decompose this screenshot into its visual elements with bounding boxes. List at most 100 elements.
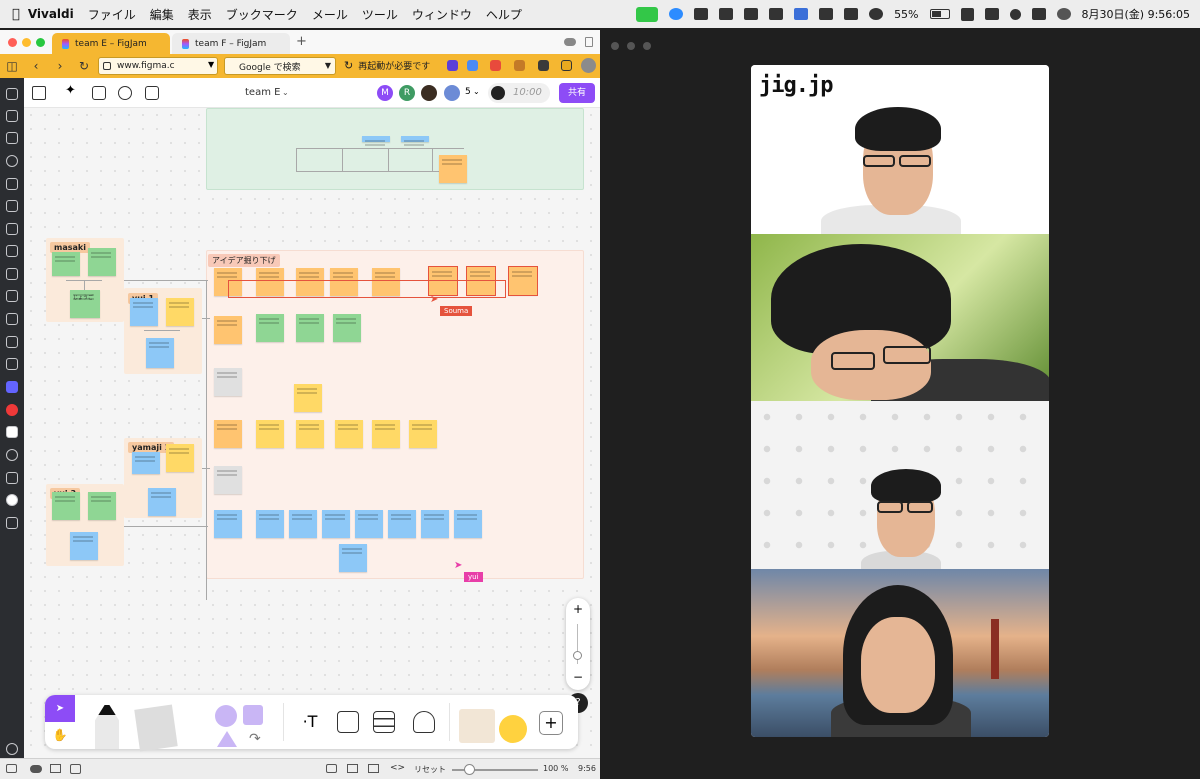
profile-avatar[interactable]: [581, 58, 596, 73]
shape-square-tool[interactable]: [243, 705, 263, 725]
extension-icon-3[interactable]: [490, 60, 501, 71]
sticky-note[interactable]: [294, 384, 322, 412]
contacts-icon[interactable]: [6, 358, 18, 370]
reload-button[interactable]: ↻: [72, 59, 96, 73]
more-tools-button[interactable]: +: [539, 711, 563, 735]
sticky-note[interactable]: [296, 314, 324, 342]
add-panel-icon[interactable]: [6, 517, 18, 529]
select-tool[interactable]: ➤: [45, 695, 75, 722]
menu-app-name[interactable]: Vivaldi: [28, 7, 74, 21]
search-engine-chevron-icon[interactable]: ▼: [325, 61, 331, 70]
menu-file[interactable]: ファイル: [88, 6, 136, 23]
sticky-note[interactable]: [166, 298, 194, 326]
comment-icon[interactable]: [118, 86, 132, 100]
wikipedia-icon[interactable]: [6, 426, 18, 438]
zoom-slider-handle[interactable]: [573, 651, 582, 660]
selection-box[interactable]: [228, 280, 506, 298]
menu-edit[interactable]: 編集: [150, 6, 174, 23]
sticky-note[interactable]: [132, 452, 160, 474]
url-field[interactable]: www.figma.c: [98, 57, 218, 75]
tasks-icon[interactable]: [6, 313, 18, 325]
search-icon[interactable]: [1009, 8, 1021, 20]
extension-icon-1[interactable]: [447, 60, 458, 71]
sticky-note[interactable]: [256, 510, 284, 538]
sticky-note[interactable]: [335, 420, 363, 448]
close-window-button[interactable]: [8, 38, 17, 47]
tab-team-f[interactable]: team F – FigJam: [172, 33, 290, 54]
page-zoom-handle[interactable]: [464, 764, 475, 775]
window-icon[interactable]: [368, 764, 379, 773]
zoom-out-button[interactable]: −: [566, 670, 590, 684]
cloud-icon[interactable]: [564, 38, 576, 46]
history-icon[interactable]: [6, 155, 18, 167]
sticky-note[interactable]: [88, 248, 116, 276]
sticky-note[interactable]: [256, 420, 284, 448]
search-input[interactable]: Google で検索 ▼: [224, 57, 336, 75]
sticky-note[interactable]: [508, 266, 538, 296]
google-icon[interactable]: [6, 494, 18, 506]
connector-arrow-icon[interactable]: ↷: [249, 731, 261, 747]
reset-zoom-label[interactable]: リセット: [414, 764, 446, 775]
menu-help[interactable]: ヘルプ: [486, 6, 522, 23]
section-top[interactable]: [206, 108, 584, 190]
web-panel-icon[interactable]: [6, 449, 18, 461]
figjam-canvas[interactable]: アイデア掘り下げ masaki じょうご yui 1 yamaji 1 yui …: [24, 108, 600, 765]
file-title-chevron-icon[interactable]: ⌄: [282, 88, 289, 97]
participant-video-3[interactable]: [751, 401, 1049, 569]
menu-bookmarks[interactable]: ブックマーク: [226, 6, 298, 23]
sticky-note[interactable]: [130, 298, 158, 326]
avatar[interactable]: R: [399, 85, 415, 101]
restart-notice[interactable]: ↻ 再起動が必要です: [344, 59, 430, 72]
participants-chevron-icon[interactable]: ⌄: [473, 87, 480, 96]
video-camera-icon[interactable]: [636, 6, 659, 22]
control-center-icon[interactable]: [1031, 8, 1046, 20]
sticky-note[interactable]: [214, 466, 242, 494]
avatar-image[interactable]: [444, 85, 460, 101]
bookmarks-icon[interactable]: [6, 88, 18, 100]
feed-icon[interactable]: [6, 290, 18, 302]
arrow-icon[interactable]: [794, 8, 809, 20]
sticky-note[interactable]: [146, 338, 174, 368]
sticky-note[interactable]: [166, 444, 194, 472]
file-title[interactable]: team E: [245, 87, 280, 98]
sticky-note[interactable]: [401, 136, 429, 142]
sticky-note[interactable]: [372, 420, 400, 448]
shape-triangle-tool[interactable]: [217, 731, 237, 747]
sticky-note[interactable]: [52, 492, 80, 520]
share-button[interactable]: 共有: [559, 83, 595, 103]
zoom-in-button[interactable]: +: [566, 602, 590, 616]
settings-icon[interactable]: [6, 743, 18, 755]
sticky-stack-tool[interactable]: [134, 704, 178, 752]
maximize-window-button[interactable]: [643, 42, 651, 50]
code-icon[interactable]: <>: [390, 763, 405, 773]
siri-icon[interactable]: [1056, 8, 1071, 20]
participant-video-1[interactable]: jig.jp: [751, 65, 1049, 234]
translate-panel-icon[interactable]: [6, 200, 18, 212]
sticky-note[interactable]: [339, 544, 367, 572]
timer-widget[interactable]: 10:00: [488, 83, 550, 103]
sticky-note[interactable]: [362, 136, 390, 142]
extension-icon-5[interactable]: [538, 60, 549, 71]
text-tool[interactable]: ·T: [299, 711, 321, 733]
mail-status-icon[interactable]: [50, 764, 61, 773]
menu-window[interactable]: ウィンドウ: [412, 6, 472, 23]
sticky-note[interactable]: [148, 488, 176, 516]
translate-icon[interactable]: [467, 60, 478, 71]
sticky-note[interactable]: [409, 420, 437, 448]
menu-view[interactable]: 表示: [188, 6, 212, 23]
input-method-icon[interactable]: [960, 7, 974, 21]
sticky-note[interactable]: [296, 420, 324, 448]
table-tool[interactable]: [373, 711, 395, 733]
audio-icon[interactable]: [844, 8, 859, 20]
sticky-note[interactable]: じょうご: [70, 290, 100, 318]
headphones-icon[interactable]: [819, 8, 834, 20]
sticky-note[interactable]: [256, 314, 284, 342]
calendar-icon[interactable]: [6, 223, 18, 235]
vivaldi-icon[interactable]: [6, 404, 18, 416]
participant-video-4[interactable]: [751, 569, 1049, 737]
section-tool[interactable]: [337, 711, 359, 733]
sticky-note[interactable]: [52, 252, 80, 276]
reading-list-icon[interactable]: [6, 110, 18, 122]
extension-icon-6[interactable]: [561, 60, 572, 71]
forward-button[interactable]: ›: [48, 59, 72, 73]
